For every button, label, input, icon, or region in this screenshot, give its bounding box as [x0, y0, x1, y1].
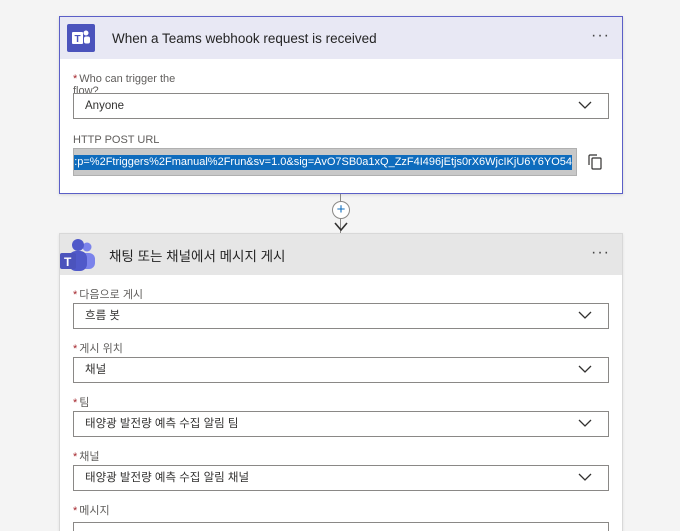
message-editor-toolbar: Font▾ 12 ▾ B I U ☰ ☷ ☰ ☰ 🔗 ⛓ </> — [73, 522, 609, 531]
chevron-down-icon — [578, 101, 592, 109]
http-post-url-field[interactable]: :p=%2Ftriggers%2Fmanual%2Frun&sv=1.0&sig… — [73, 148, 577, 176]
who-can-trigger-value: Anyone — [85, 100, 125, 112]
http-post-url-label: HTTP POST URL — [73, 134, 160, 146]
who-can-trigger-dropdown[interactable]: Anyone — [73, 93, 609, 119]
arrow-down-icon — [334, 222, 348, 232]
team-value: 태양광 발전량 예측 수집 알림 팀 — [85, 418, 239, 430]
teams-icon: T — [67, 24, 95, 52]
action-title: 채팅 또는 채널에서 메시지 게시 — [109, 248, 286, 264]
post-in-dropdown[interactable]: 채널 — [73, 357, 609, 383]
chevron-down-icon — [578, 365, 592, 373]
chevron-down-icon — [578, 311, 592, 319]
post-as-dropdown[interactable]: 흐름 봇 — [73, 303, 609, 329]
action-more-menu[interactable]: ··· — [591, 245, 610, 261]
copy-icon[interactable] — [588, 154, 602, 170]
svg-text:T: T — [64, 255, 72, 269]
post-in-value: 채널 — [85, 364, 107, 376]
channel-dropdown[interactable]: 태양광 발전량 예측 수집 알림 채널 — [73, 465, 609, 491]
channel-label: * 채널 — [73, 451, 100, 463]
channel-value: 태양광 발전량 예측 수집 알림 채널 — [85, 472, 250, 484]
http-post-url-value: :p=%2Ftriggers%2Fmanual%2Frun&sv=1.0&sig… — [74, 155, 572, 170]
team-label: * 팀 — [73, 397, 90, 409]
post-as-label: * 다음으로 게시 — [73, 289, 144, 301]
trigger-header[interactable]: T When a Teams webhook request is receiv… — [60, 17, 622, 59]
trigger-title: When a Teams webhook request is received — [112, 30, 377, 46]
svg-text:T: T — [75, 34, 81, 45]
message-label: * 메시지 — [73, 505, 110, 517]
action-header[interactable]: T 채팅 또는 채널에서 메시지 게시 ··· — [60, 234, 622, 275]
teams-logo-icon: T — [60, 238, 95, 271]
team-dropdown[interactable]: 태양광 발전량 예측 수집 알림 팀 — [73, 411, 609, 437]
post-as-value: 흐름 봇 — [85, 310, 120, 322]
trigger-card: T When a Teams webhook request is receiv… — [59, 16, 623, 194]
trigger-more-menu[interactable]: ··· — [591, 28, 610, 44]
post-in-label: * 게시 위치 — [73, 343, 123, 355]
chevron-down-icon — [578, 473, 592, 481]
action-card: T 채팅 또는 채널에서 메시지 게시 ··· * 다음으로 게시 흐름 봇 * 게… — [59, 233, 623, 531]
insert-step-button[interactable]: + — [332, 201, 350, 219]
chevron-down-icon — [578, 419, 592, 427]
